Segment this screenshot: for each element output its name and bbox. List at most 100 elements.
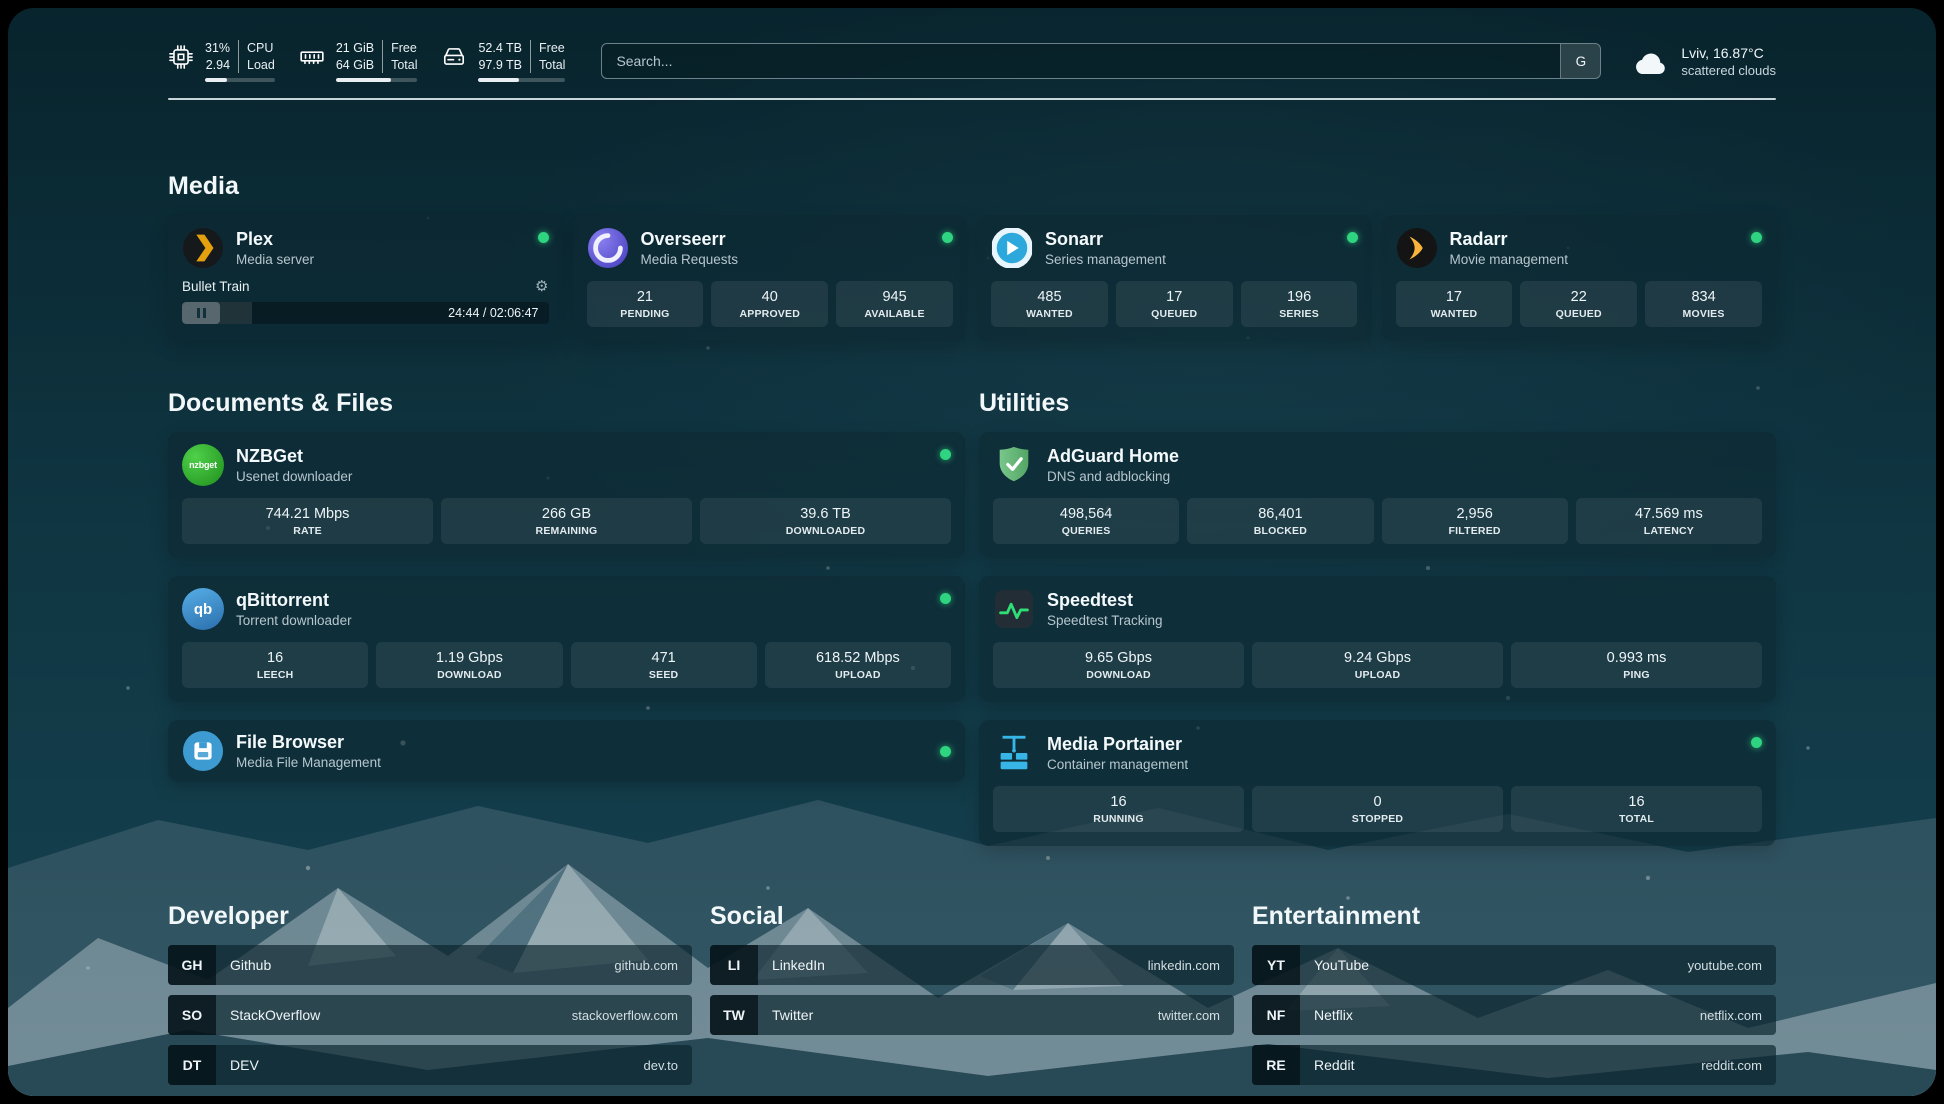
adguard-card[interactable]: AdGuard Home DNS and adblocking 498,564 … <box>979 432 1776 558</box>
stat-value: 86,401 <box>1191 506 1369 522</box>
search-bar[interactable]: G <box>601 43 1601 79</box>
entertainment-column: Entertainment YT YouTube youtube.com NF … <box>1252 902 1776 1085</box>
bookmark-dev[interactable]: DT DEV dev.to <box>168 1045 692 1085</box>
app-desc: Series management <box>1045 252 1166 267</box>
stat-label: FILTERED <box>1386 525 1564 537</box>
cpu-widget: 31% 2.94 CPU Load <box>168 40 275 82</box>
status-indicator <box>940 593 951 604</box>
memory-progress-fill <box>336 78 391 82</box>
bookmark-youtube[interactable]: YT YouTube youtube.com <box>1252 945 1776 985</box>
app-name: Sonarr <box>1045 229 1166 250</box>
stat-value: 2,956 <box>1386 506 1564 522</box>
stat-label: DOWNLOAD <box>380 669 558 681</box>
stat-label: WANTED <box>1400 308 1509 320</box>
weather-condition: scattered clouds <box>1681 63 1776 78</box>
stat-value: 22 <box>1524 289 1633 305</box>
dev-icon: DT <box>168 1045 216 1085</box>
plex-card[interactable]: Plex Media server Bullet Train ⚙ 24:44 /… <box>168 215 563 341</box>
stat-label: WANTED <box>995 308 1104 320</box>
documents-column: Documents & Files nzbget NZBGet Usenet d… <box>168 389 965 846</box>
media-grid: Plex Media server Bullet Train ⚙ 24:44 /… <box>168 215 1776 341</box>
app-desc: Media Requests <box>641 252 739 267</box>
memory-total-value: 64 GiB <box>336 57 374 74</box>
status-indicator <box>1751 737 1762 748</box>
section-title-documents: Documents & Files <box>168 389 965 418</box>
stat-value: 16 <box>186 650 364 666</box>
reddit-icon: RE <box>1252 1045 1300 1085</box>
cpu-progress-bar <box>205 78 275 82</box>
memory-icon <box>299 44 325 70</box>
memory-free-label: Free <box>391 40 417 57</box>
bookmark-github[interactable]: GH Github github.com <box>168 945 692 985</box>
bookmark-netflix[interactable]: NF Netflix netflix.com <box>1252 995 1776 1035</box>
bookmark-url: netflix.com <box>1700 1008 1776 1023</box>
stat-value: 39.6 TB <box>704 506 947 522</box>
bookmark-twitter[interactable]: TW Twitter twitter.com <box>710 995 1234 1035</box>
speedtest-card[interactable]: Speedtest Speedtest Tracking 9.65 Gbps D… <box>979 576 1776 702</box>
nzbget-card[interactable]: nzbget NZBGet Usenet downloader 744.21 M… <box>168 432 965 558</box>
app-desc: Speedtest Tracking <box>1047 613 1163 628</box>
bookmark-label: Github <box>230 957 271 973</box>
stat-label: LEECH <box>186 669 364 681</box>
stat-box: 9.24 Gbps UPLOAD <box>1252 642 1503 688</box>
overseerr-card[interactable]: Overseerr Media Requests 21 PENDING 40 A… <box>573 215 968 341</box>
stat-value: 1.19 Gbps <box>380 650 558 666</box>
nzbget-icon-text: nzbget <box>189 460 217 470</box>
now-playing-title: Bullet Train <box>182 279 250 294</box>
stat-value: 9.65 Gbps <box>997 650 1240 666</box>
plex-progress-bar[interactable]: 24:44 / 02:06:47 <box>182 302 549 324</box>
stat-box: 485 WANTED <box>991 281 1108 327</box>
app-desc: Torrent downloader <box>236 613 352 628</box>
bookmark-label: Reddit <box>1314 1057 1354 1073</box>
storage-icon <box>441 44 467 70</box>
stat-box: 86,401 BLOCKED <box>1187 498 1373 544</box>
stat-value: 16 <box>997 794 1240 810</box>
settings-gear-icon[interactable]: ⚙ <box>535 279 548 294</box>
storage-progress-fill <box>478 78 519 82</box>
cpu-usage-value: 31% <box>205 40 230 57</box>
radarr-card[interactable]: Radarr Movie management 17 WANTED 22 QUE… <box>1382 215 1777 341</box>
filebrowser-card[interactable]: File Browser Media File Management <box>168 720 965 782</box>
overseerr-icon <box>587 227 629 269</box>
weather-location: Lviv, 16.87°C <box>1681 45 1776 61</box>
stat-value: 17 <box>1400 289 1509 305</box>
status-indicator <box>940 449 951 460</box>
stat-box: 945 AVAILABLE <box>836 281 953 327</box>
stat-box: 834 MOVIES <box>1645 281 1762 327</box>
search-input[interactable] <box>602 44 1560 78</box>
pause-button[interactable] <box>182 302 220 324</box>
radarr-icon <box>1396 227 1438 269</box>
app-name: Overseerr <box>641 229 739 250</box>
github-icon: GH <box>168 945 216 985</box>
stat-value: 834 <box>1649 289 1758 305</box>
section-title-media: Media <box>168 172 1776 201</box>
stat-label: QUERIES <box>997 525 1175 537</box>
stat-label: AVAILABLE <box>840 308 949 320</box>
status-indicator <box>1751 232 1762 243</box>
stat-label: PING <box>1515 669 1758 681</box>
stat-box: 16 RUNNING <box>993 786 1244 832</box>
bookmark-stackoverflow[interactable]: SO StackOverflow stackoverflow.com <box>168 995 692 1035</box>
stat-label: UPLOAD <box>1256 669 1499 681</box>
bookmark-label: DEV <box>230 1057 259 1073</box>
header-divider <box>168 98 1776 100</box>
bookmark-url: twitter.com <box>1158 1008 1234 1023</box>
bookmark-reddit[interactable]: RE Reddit reddit.com <box>1252 1045 1776 1085</box>
stat-box: 266 GB REMAINING <box>441 498 692 544</box>
qbittorrent-icon-text: qb <box>194 601 212 618</box>
cpu-load-label: Load <box>247 57 275 74</box>
cpu-icon <box>168 44 194 70</box>
bookmark-label: YouTube <box>1314 957 1369 973</box>
sonarr-card[interactable]: Sonarr Series management 485 WANTED 17 Q… <box>977 215 1372 341</box>
search-engine-button[interactable]: G <box>1560 44 1600 78</box>
stat-label: APPROVED <box>715 308 824 320</box>
stat-value: 618.52 Mbps <box>769 650 947 666</box>
section-title-utilities: Utilities <box>979 389 1776 418</box>
storage-free-label: Free <box>539 40 565 57</box>
portainer-card[interactable]: Media Portainer Container management 16 … <box>979 720 1776 846</box>
stackoverflow-icon: SO <box>168 995 216 1035</box>
stat-box: 744.21 Mbps RATE <box>182 498 433 544</box>
bookmark-linkedin[interactable]: LI LinkedIn linkedin.com <box>710 945 1234 985</box>
portainer-icon <box>993 732 1035 774</box>
qbittorrent-card[interactable]: qb qBittorrent Torrent downloader 16 <box>168 576 965 702</box>
